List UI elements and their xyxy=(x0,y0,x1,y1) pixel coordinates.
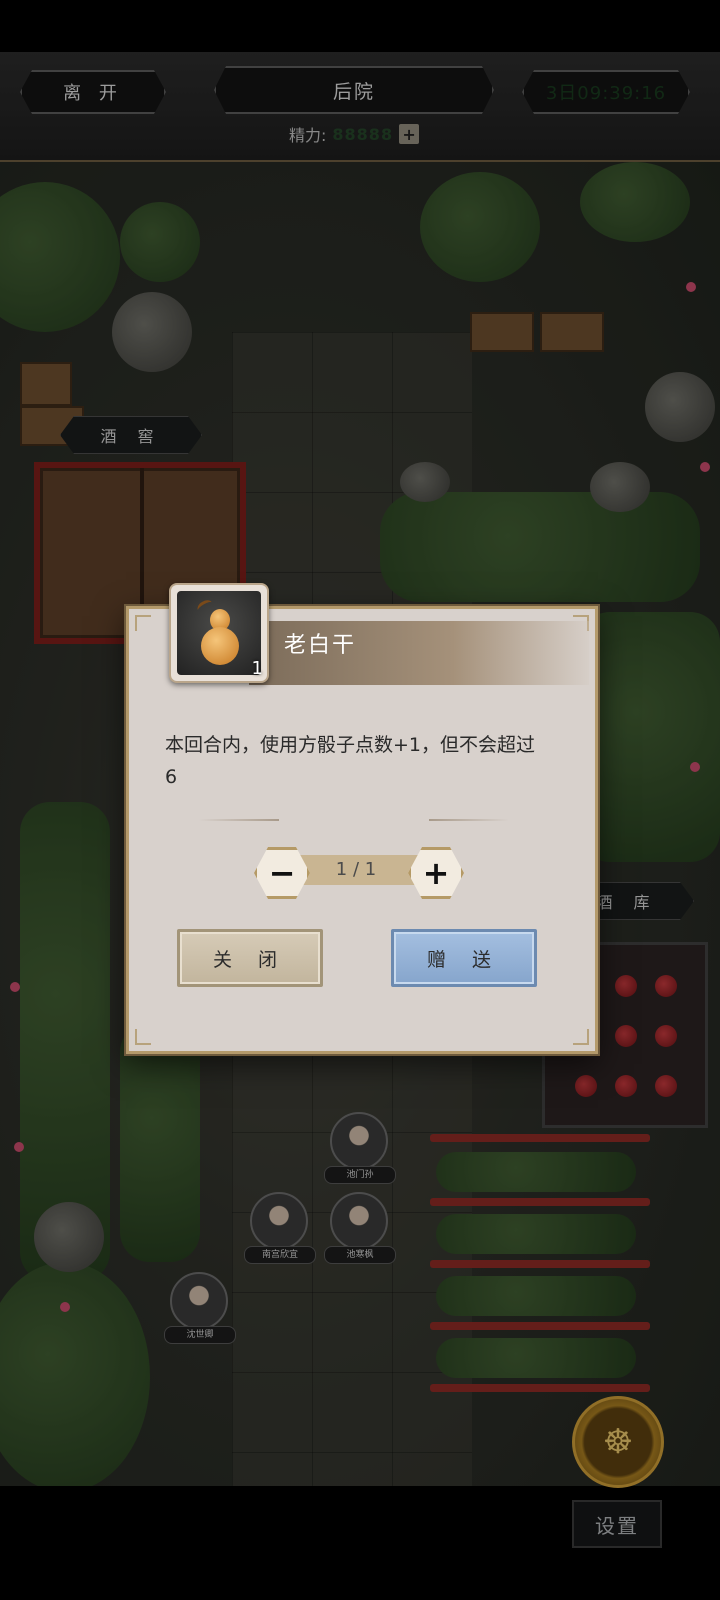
item-slot: 1 xyxy=(169,583,269,683)
plus-icon: + xyxy=(422,854,450,892)
minus-icon: − xyxy=(268,854,296,892)
close-button[interactable]: 关 闭 xyxy=(177,929,323,987)
item-name: 老白干 xyxy=(284,633,357,658)
item-description: 本回合内，使用方骰子点数+1，但不会超过6 xyxy=(165,734,536,788)
item-dialog: 1 老白干 本回合内，使用方骰子点数+1，但不会超过6 1 / 1 − + 关 … xyxy=(126,583,598,1054)
item-icon-background xyxy=(177,591,261,675)
gift-button[interactable]: 赠 送 xyxy=(391,929,537,987)
divider-ornament xyxy=(199,819,279,821)
quantity-stepper: 1 / 1 − + xyxy=(254,847,464,899)
corner-ornament xyxy=(573,1029,589,1045)
item-count: 1 xyxy=(251,658,263,679)
divider-ornament xyxy=(429,819,509,821)
corner-ornament xyxy=(135,1029,151,1045)
corner-ornament xyxy=(135,615,151,631)
